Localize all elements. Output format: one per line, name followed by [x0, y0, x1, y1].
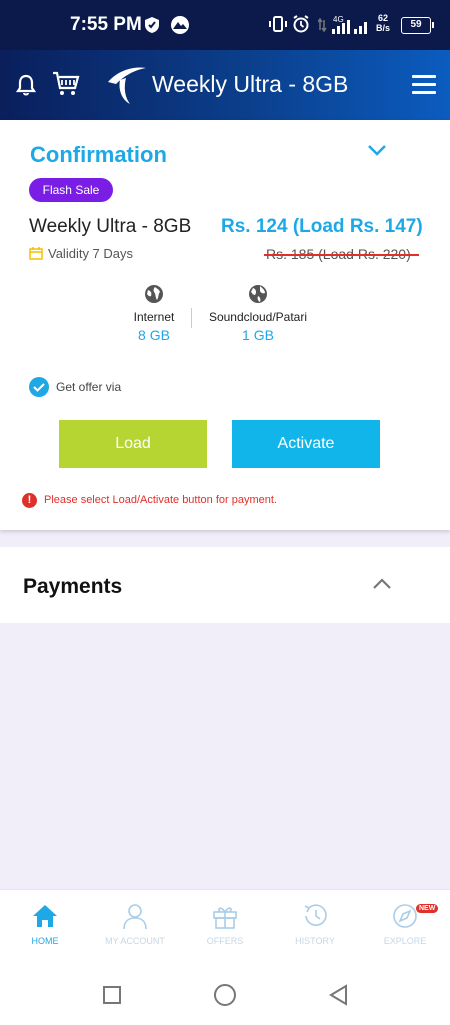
chevron-down-icon[interactable]: [366, 142, 388, 158]
bell-icon[interactable]: [14, 73, 38, 97]
history-icon: [304, 904, 327, 926]
resource-value: 1 GB: [242, 327, 274, 343]
activate-button[interactable]: Activate: [232, 420, 380, 468]
app-header: Weekly Ultra - 8GB: [0, 50, 450, 120]
menu-bar: [412, 75, 436, 78]
validity-text: Validity 7 Days: [48, 246, 134, 261]
calendar-icon: [29, 247, 43, 260]
shield-icon: [145, 17, 159, 33]
load-button[interactable]: Load: [59, 420, 207, 468]
nav-item-explore[interactable]: NEW EXPLORE: [360, 902, 450, 946]
alarm-icon: [293, 15, 309, 33]
resource-divider: [191, 308, 192, 328]
globe-icon: [249, 285, 267, 303]
resource-internet: Internet 8 GB: [124, 284, 184, 343]
back-button[interactable]: [328, 984, 348, 1006]
network-speed: 62 B/s: [376, 13, 390, 33]
old-price: Rs. 185 (Load Rs. 220): [264, 246, 419, 262]
chevron-up-icon[interactable]: [372, 577, 392, 591]
resource-soundcloud: Soundcloud/Patari 1 GB: [200, 284, 316, 343]
nav-item-home[interactable]: HOME: [0, 902, 90, 946]
checkmark-icon: [33, 383, 45, 392]
nav-item-my-account[interactable]: MY ACCOUNT: [90, 902, 180, 946]
mountain-icon: [171, 16, 189, 34]
warning-icon: !: [22, 493, 37, 508]
confirmation-card: Confirmation Flash Sale Weekly Ultra - 8…: [0, 120, 450, 530]
bottom-navigation: HOME MY ACCOUNT OFFERS HISTORY NEW EXPLO…: [0, 889, 450, 961]
speed-value: 62: [378, 13, 389, 23]
nav-label: HOME: [31, 936, 59, 946]
warning-message: Please select Load/Activate button for p…: [44, 494, 277, 506]
home-icon: [33, 905, 57, 927]
network-type: 4G: [333, 15, 344, 24]
resource-value: 8 GB: [138, 327, 170, 343]
vibrate-icon: [269, 16, 287, 32]
resource-label: Soundcloud/Patari: [208, 310, 308, 324]
status-bar: 7:55 PM 4G 62 B/s 59: [0, 0, 450, 50]
speed-unit: B/s: [376, 23, 391, 33]
nav-item-history[interactable]: HISTORY: [270, 902, 360, 946]
new-badge: NEW: [416, 904, 439, 913]
status-time: 7:55 PM: [70, 14, 142, 35]
recent-apps-button[interactable]: [103, 986, 121, 1004]
home-button[interactable]: [214, 984, 236, 1006]
get-offer-checkbox[interactable]: [29, 377, 49, 397]
signal-icon: 4G: [318, 15, 367, 34]
menu-icon[interactable]: [412, 75, 436, 95]
cart-icon[interactable]: [52, 70, 80, 98]
user-icon: [123, 904, 147, 930]
battery-indicator: 59: [401, 17, 434, 34]
menu-bar: [412, 83, 436, 86]
explore-icon: [393, 904, 417, 928]
nav-item-offers[interactable]: OFFERS: [180, 902, 270, 946]
nav-label: EXPLORE: [383, 936, 427, 946]
payments-title: Payments: [23, 575, 123, 598]
system-navigation: [0, 961, 450, 1025]
payments-section[interactable]: Payments: [0, 547, 450, 623]
globe-icon: [145, 285, 163, 303]
page-title: Weekly Ultra - 8GB: [152, 71, 349, 97]
package-price: Rs. 124 (Load Rs. 147): [221, 216, 423, 237]
gift-icon: [213, 907, 237, 929]
package-name: Weekly Ultra - 8GB: [29, 216, 192, 237]
telenor-logo-icon[interactable]: [104, 64, 148, 106]
flash-sale-badge: Flash Sale: [29, 178, 113, 202]
menu-bar: [412, 91, 436, 94]
resource-label: Internet: [133, 310, 175, 324]
nav-label: OFFERS: [206, 936, 244, 946]
nav-label: MY ACCOUNT: [105, 936, 165, 946]
get-offer-label: Get offer via: [56, 380, 122, 394]
nav-label: HISTORY: [295, 936, 335, 946]
confirmation-title: Confirmation: [30, 142, 167, 167]
